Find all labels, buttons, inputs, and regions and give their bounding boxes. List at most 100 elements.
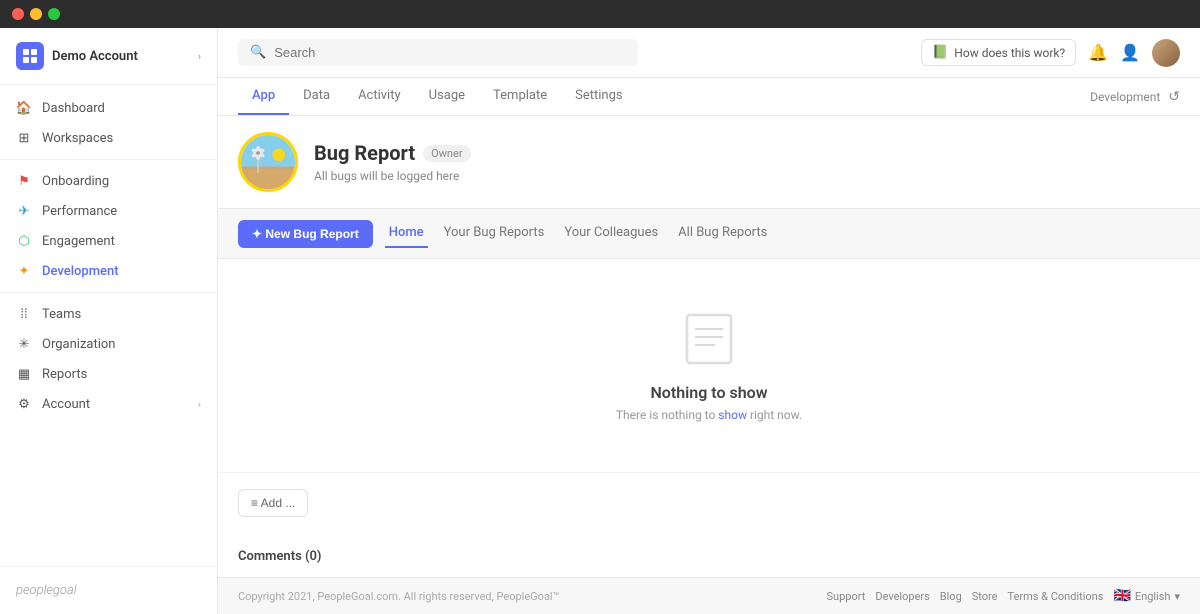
sidebar-item-label: Teams: [42, 307, 81, 322]
sidebar-item-label: Development: [42, 264, 119, 279]
environment-label: Development: [1090, 90, 1160, 104]
sidebar-item-development[interactable]: ✦ Development: [0, 256, 217, 286]
sidebar-item-teams[interactable]: ⁞⁞ Teams: [0, 299, 217, 329]
tab-activity[interactable]: Activity: [344, 78, 415, 115]
flag-icon: 🇬🇧: [1113, 588, 1130, 604]
sidebar-item-label: Engagement: [42, 234, 115, 249]
titlebar: [0, 0, 1200, 28]
sidebar: Demo Account › 🏠 Dashboard ⊞ Workspaces …: [0, 28, 218, 614]
sidebar-item-label: Onboarding: [42, 174, 109, 189]
grid-icon: ⊞: [16, 130, 32, 146]
chevron-right-icon: ›: [198, 398, 201, 411]
tab-app[interactable]: App: [238, 78, 289, 115]
sidebar-item-organization[interactable]: ✳ Organization: [0, 329, 217, 359]
sidebar-item-workspaces[interactable]: ⊞ Workspaces: [0, 123, 217, 153]
empty-icon: [679, 309, 739, 369]
developers-link[interactable]: Developers: [875, 590, 929, 603]
sidebar-item-engagement[interactable]: ⬡ Engagement: [0, 226, 217, 256]
avatar[interactable]: [1152, 39, 1180, 67]
top-tabs: App Data Activity Usage Template Setting…: [218, 78, 1200, 116]
sidebar-item-label: Workspaces: [42, 131, 113, 146]
refresh-icon[interactable]: ↺: [1168, 89, 1180, 105]
brand-logo: peoplegoal: [16, 583, 201, 598]
help-button-label: How does this work?: [954, 46, 1065, 60]
account-name: Demo Account: [52, 49, 138, 64]
header-right: 📗 How does this work? 🔔 👤: [921, 39, 1180, 67]
nav-divider-2: [0, 292, 217, 293]
users-icon: ⁞⁞: [16, 306, 32, 322]
show-link[interactable]: show: [718, 408, 747, 422]
sidebar-footer: peoplegoal: [0, 566, 217, 614]
chevron-right-icon: ›: [198, 50, 201, 63]
language-selector[interactable]: 🇬🇧 English ▾: [1113, 588, 1180, 604]
account-switcher[interactable]: Demo Account ›: [0, 28, 217, 85]
chart-icon: ⬡: [16, 233, 32, 249]
tabs-left: App Data Activity Usage Template Setting…: [238, 78, 637, 115]
app-title: Bug Report: [314, 141, 415, 165]
sidebar-item-performance[interactable]: ✈ Performance: [0, 196, 217, 226]
sidebar-item-label: Account: [42, 397, 90, 412]
comments-title: Comments (0): [238, 549, 1180, 564]
nav-divider: [0, 159, 217, 160]
sub-tab-your-bug-reports[interactable]: Your Bug Reports: [440, 219, 549, 248]
chevron-down-icon: ▾: [1174, 590, 1180, 603]
tab-data[interactable]: Data: [289, 78, 344, 115]
terms-link[interactable]: Terms & Conditions: [1008, 590, 1104, 603]
new-bug-report-button[interactable]: ✦ New Bug Report: [238, 220, 373, 248]
house-icon: 🏠: [16, 100, 32, 116]
footer: Copyright 2021, PeopleGoal.com. All righ…: [218, 577, 1200, 614]
report-icon: ▦: [16, 366, 32, 382]
content-area: Nothing to show There is nothing to show…: [218, 259, 1200, 577]
sidebar-navigation: 🏠 Dashboard ⊞ Workspaces ⚑ Onboarding ✈ …: [0, 85, 217, 566]
maximize-button[interactable]: [48, 8, 60, 20]
add-button[interactable]: ≡ Add ...: [238, 489, 308, 517]
flag-icon: ⚑: [16, 173, 32, 189]
traffic-lights: [12, 8, 60, 20]
search-bar[interactable]: 🔍: [238, 39, 638, 66]
sidebar-item-label: Organization: [42, 337, 115, 352]
blog-link[interactable]: Blog: [940, 590, 962, 603]
footer-links: Support Developers Blog Store Terms & Co…: [827, 588, 1180, 604]
notifications-icon[interactable]: 🔔: [1088, 43, 1108, 62]
header: 🔍 📗 How does this work? 🔔 👤: [218, 28, 1200, 78]
sidebar-item-label: Reports: [42, 367, 87, 382]
app-logo: [16, 42, 44, 70]
store-link[interactable]: Store: [972, 590, 998, 603]
search-input[interactable]: [274, 45, 626, 60]
help-button[interactable]: 📗 How does this work?: [921, 39, 1076, 66]
minimize-button[interactable]: [30, 8, 42, 20]
app-icon: [238, 132, 298, 192]
support-link[interactable]: Support: [827, 590, 866, 603]
content-inner: Nothing to show There is nothing to show…: [218, 259, 1200, 577]
app-description: All bugs will be logged here: [314, 169, 1180, 183]
comments-section: Comments (0): [218, 533, 1200, 577]
add-section: ≡ Add ...: [218, 473, 1200, 533]
sub-tab-home[interactable]: Home: [385, 219, 428, 248]
copyright-text: Copyright 2021, PeopleGoal.com. All righ…: [238, 590, 559, 603]
tabs-right: Development ↺: [1090, 89, 1180, 105]
book-icon: 📗: [932, 45, 948, 60]
close-button[interactable]: [12, 8, 24, 20]
tab-template[interactable]: Template: [479, 78, 561, 115]
sub-tab-your-colleagues[interactable]: Your Colleagues: [560, 219, 662, 248]
sidebar-item-account[interactable]: ⚙ Account ›: [0, 389, 217, 419]
tab-settings[interactable]: Settings: [561, 78, 636, 115]
bolt-icon: ✈: [16, 203, 32, 219]
tab-usage[interactable]: Usage: [415, 78, 479, 115]
user-icon[interactable]: 👤: [1120, 43, 1140, 62]
sub-tabs: ✦ New Bug Report Home Your Bug Reports Y…: [218, 209, 1200, 259]
empty-state: Nothing to show There is nothing to show…: [218, 259, 1200, 472]
sidebar-item-label: Dashboard: [42, 101, 105, 116]
main-content: 🔍 📗 How does this work? 🔔 👤 App Data: [218, 28, 1200, 614]
app-title-row: Bug Report Owner: [314, 141, 1180, 165]
app-info: Bug Report Owner All bugs will be logged…: [314, 141, 1180, 183]
sidebar-item-onboarding[interactable]: ⚑ Onboarding: [0, 166, 217, 196]
empty-title: Nothing to show: [650, 383, 767, 402]
star-icon: ✦: [16, 263, 32, 279]
sub-tab-all-bug-reports[interactable]: All Bug Reports: [674, 219, 771, 248]
sidebar-item-reports[interactable]: ▦ Reports: [0, 359, 217, 389]
owner-badge: Owner: [423, 145, 470, 162]
empty-description: There is nothing to show right now.: [616, 408, 802, 422]
account-icon: ⚙: [16, 396, 32, 412]
sidebar-item-dashboard[interactable]: 🏠 Dashboard: [0, 93, 217, 123]
